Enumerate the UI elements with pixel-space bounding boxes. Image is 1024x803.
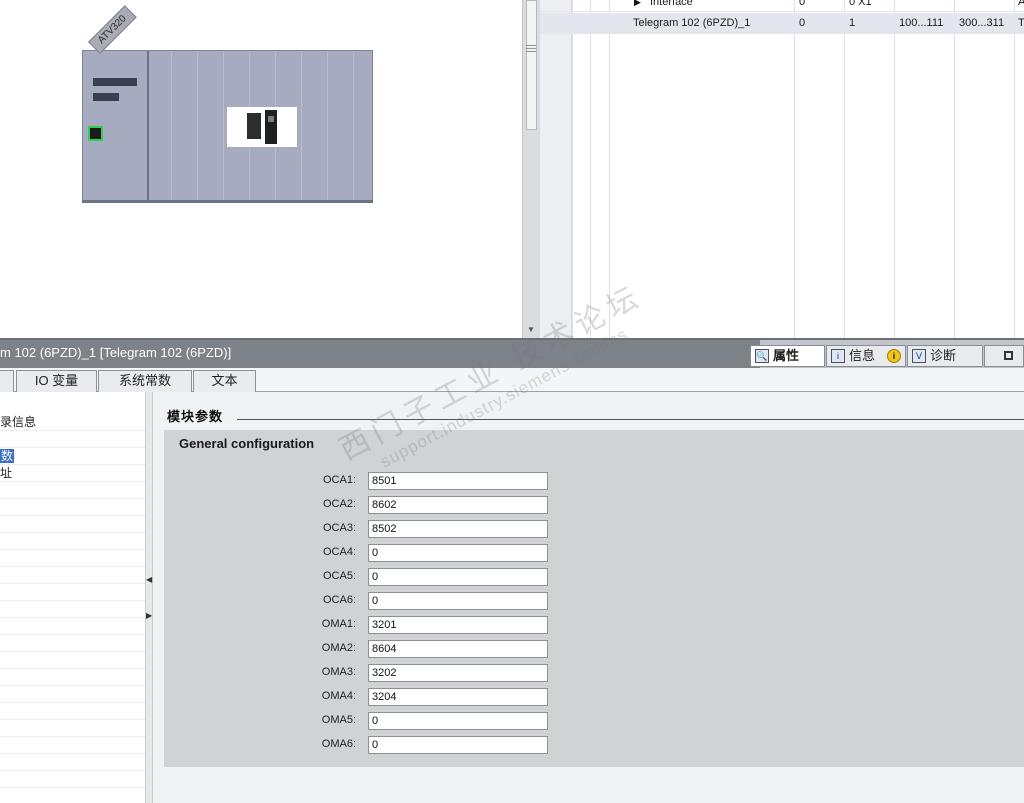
expand-arrow-icon[interactable]: ▶ [634, 0, 641, 12]
info-icon: i [831, 349, 845, 363]
oca3-field[interactable] [368, 520, 548, 538]
table-row-selected[interactable]: Telegram 102 (6PZD)_1 0 1 100...111 300.… [540, 13, 1024, 34]
grip-icon: — — — [526, 40, 536, 57]
tab-properties[interactable]: 🔍 属性 [750, 345, 825, 367]
param-label-oca6: OCA6: [322, 594, 356, 606]
table-cell-slot: 0 X1 [849, 0, 872, 8]
tab-io-tags[interactable]: IO 变量 [16, 370, 97, 392]
table-cell-type: T [1018, 17, 1024, 29]
table-row[interactable]: ▶ Interface 0 0 X1 A [540, 0, 1024, 12]
table-cell-q-address: 300...311 [959, 17, 1005, 29]
slot-divider [353, 51, 354, 201]
maximize-icon [1004, 351, 1013, 360]
oma4-field[interactable] [368, 688, 548, 706]
diagnostics-icon: V [912, 349, 926, 363]
section-divider [237, 419, 1024, 420]
oma5-field[interactable] [368, 712, 548, 730]
group-title: General configuration [179, 436, 315, 451]
maximize-button[interactable] [984, 345, 1024, 367]
expand-right-arrow-icon[interactable]: ▶ [146, 611, 152, 620]
nav-item-module-parameters-label: 数 [0, 449, 15, 463]
table-cell-rack: 0 [799, 0, 806, 8]
device-rack[interactable] [82, 50, 373, 202]
param-label-oca2: OCA2: [322, 498, 356, 510]
param-label-oca5: OCA5: [322, 570, 356, 582]
oca2-field[interactable] [368, 496, 548, 514]
table-cell-type: A [1018, 0, 1024, 8]
table-cell-slot: 1 [849, 17, 856, 29]
device-overview-table: ▶ Interface 0 0 X1 A Telegram 102 (6PZD)… [540, 0, 1024, 338]
oca1-field[interactable] [368, 472, 548, 490]
section-title: 模块参数 [167, 409, 224, 424]
module-parameters-panel: 模块参数 General configuration OCA1: OCA2: O… [153, 392, 1024, 803]
tab-texts[interactable]: 文本 [193, 370, 256, 392]
device-view: ATV320 [0, 0, 522, 338]
nav-item-module-parameters[interactable]: 数 [0, 448, 145, 465]
scrollbar-thumb[interactable] [526, 0, 537, 130]
parameter-navigation: 录信息 数 址 [0, 392, 145, 803]
param-label-oma2: OMA2: [321, 642, 356, 654]
oma2-field[interactable] [368, 640, 548, 658]
table-cell-name: Telegram 102 (6PZD)_1 [633, 17, 751, 29]
head-label-bar [93, 78, 137, 86]
param-label-oma4: OMA4: [321, 690, 356, 702]
oma3-field[interactable] [368, 664, 548, 682]
oma1-field[interactable] [368, 616, 548, 634]
tab-info[interactable]: i 信息 i [826, 345, 906, 367]
nav-item-catalog-info[interactable]: 录信息 [0, 414, 145, 431]
param-label-oca3: OCA3: [322, 522, 356, 534]
general-configuration-group: General configuration OCA1: OCA2: OCA3: … [164, 430, 1024, 767]
inspector-title: m 102 (6PZD)_1 [Telegram 102 (6PZD)] [0, 345, 232, 360]
tab-properties-label: 属性 [773, 348, 800, 363]
device-head-module[interactable] [83, 51, 149, 201]
tab-system-constants[interactable]: 系统常数 [98, 370, 192, 392]
slot-divider [301, 51, 302, 201]
oma6-field[interactable] [368, 736, 548, 754]
param-label-oma6: OMA6: [321, 738, 356, 750]
info-badge-icon: i [887, 349, 901, 363]
drive-module-icon[interactable] [227, 107, 297, 147]
oca5-field[interactable] [368, 568, 548, 586]
param-label-oma5: OMA5: [321, 714, 356, 726]
properties-icon: 🔍 [755, 349, 769, 363]
rack-base [82, 200, 373, 203]
table-row-header-strip [540, 0, 572, 338]
param-label-oma1: OMA1: [321, 618, 356, 630]
param-label-oca4: OCA4: [322, 546, 356, 558]
scroll-down-arrow-icon[interactable]: ▼ [527, 325, 535, 334]
param-label-oca1: OCA1: [322, 474, 356, 486]
slot-divider [171, 51, 172, 201]
profinet-port-icon[interactable] [88, 126, 103, 141]
device-name-tag[interactable]: ATV320 [88, 5, 137, 55]
slot-divider [223, 51, 224, 201]
tab-diagnostics[interactable]: V 诊断 [907, 345, 983, 367]
vertical-scrollbar[interactable]: — — — ▼ [522, 0, 540, 338]
table-cell-rack: 0 [799, 17, 806, 29]
slot-divider [327, 51, 328, 201]
oca4-field[interactable] [368, 544, 548, 562]
slot-divider [197, 51, 198, 201]
tab-info-label: 信息 [849, 348, 876, 363]
inspector-header: m 102 (6PZD)_1 [Telegram 102 (6PZD)] 🔍 属… [0, 338, 1024, 368]
head-label-bar [93, 93, 119, 101]
tab-diagnostics-label: 诊断 [930, 348, 957, 363]
param-label-oma3: OMA3: [321, 666, 356, 678]
nav-item-io-addresses[interactable]: 址 [0, 465, 145, 482]
table-cell-i-address: 100...111 [899, 17, 944, 29]
oca6-field[interactable] [368, 592, 548, 610]
sub-tab-bar: IO 变量 系统常数 文本 [0, 368, 1024, 392]
navigation-splitter[interactable]: ◀ ▶ [145, 392, 153, 803]
tab-general[interactable] [0, 370, 14, 392]
table-cell-name: Interface [650, 0, 693, 8]
collapse-left-arrow-icon[interactable]: ◀ [146, 575, 152, 584]
